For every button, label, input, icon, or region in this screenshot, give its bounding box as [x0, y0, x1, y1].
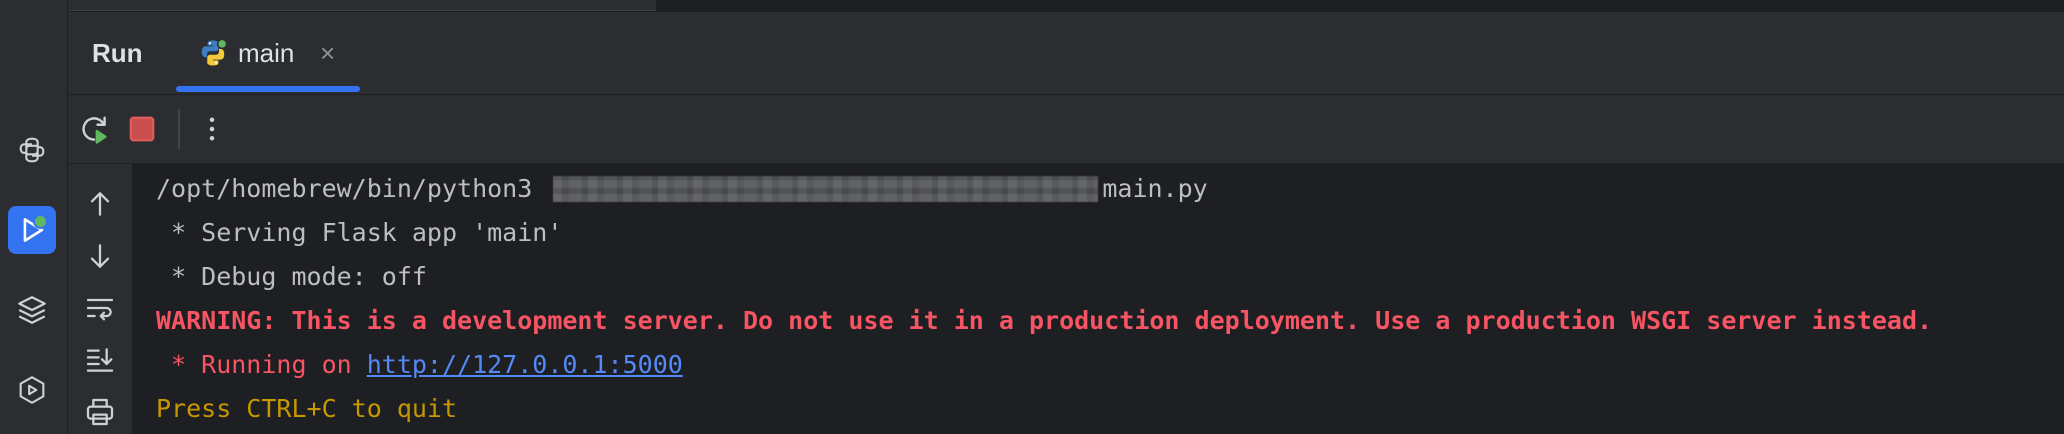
python-file-icon: [201, 38, 228, 66]
tool-window-header: Run main ×: [68, 12, 2064, 95]
tab-label: main: [238, 38, 295, 68]
run-tool-button[interactable]: [8, 206, 56, 254]
services-tool-button[interactable]: [8, 366, 56, 414]
scroll-to-end-button[interactable]: [82, 342, 118, 378]
rerun-button[interactable]: [76, 111, 112, 147]
panel-title: Run: [92, 38, 143, 68]
run-toolbar: [68, 95, 2064, 164]
tab-main[interactable]: main ×: [172, 12, 360, 94]
soft-wrap-button[interactable]: [82, 290, 118, 326]
running-indicator: [33, 214, 48, 229]
console-output[interactable]: /opt/homebrew/bin/python3 main.py * Serv…: [133, 164, 2064, 434]
console-line-debug: * Debug mode: off: [156, 262, 427, 291]
stop-button[interactable]: [124, 111, 160, 147]
more-options-button[interactable]: [194, 111, 230, 147]
close-tab-icon[interactable]: ×: [320, 40, 335, 66]
active-tab-indicator: [176, 86, 360, 92]
scroll-to-end-icon: [86, 348, 114, 372]
print-icon: [86, 398, 114, 426]
command-script-name: main.py: [1102, 174, 1208, 203]
arrow-up-icon: [90, 192, 110, 216]
console-line-running: * Running on http://127.0.0.1:5000: [156, 350, 683, 380]
scroll-down-button[interactable]: [82, 238, 118, 274]
redacted-path: [553, 176, 1099, 202]
console-line-quit: Press CTRL+C to quit: [156, 394, 458, 423]
soft-wrap-icon: [86, 298, 114, 321]
more-icon: [209, 117, 215, 141]
services-icon: [19, 376, 45, 404]
command-interpreter-path: /opt/homebrew/bin/python3: [156, 174, 548, 203]
top-strip: [68, 0, 2064, 12]
arrow-down-icon: [90, 244, 110, 268]
layers-tool-button[interactable]: [8, 286, 56, 334]
layers-icon: [18, 296, 46, 324]
left-tool-bar: [0, 0, 68, 434]
toolbar-separator: [178, 109, 180, 149]
console-line-serving: * Serving Flask app 'main': [156, 218, 563, 247]
console-side-toolbar: [68, 164, 133, 434]
server-url-link[interactable]: http://127.0.0.1:5000: [367, 350, 683, 379]
console-line-command: /opt/homebrew/bin/python3 main.py: [156, 174, 1208, 204]
console-line-warning: WARNING: This is a development server. D…: [156, 306, 1933, 335]
scroll-up-button[interactable]: [82, 186, 118, 222]
print-button[interactable]: [82, 394, 118, 430]
rerun-icon: [82, 116, 107, 144]
python-icon: [19, 137, 45, 163]
python-console-button[interactable]: [8, 126, 56, 174]
running-prefix: * Running on: [156, 350, 367, 379]
stop-icon: [129, 116, 155, 142]
